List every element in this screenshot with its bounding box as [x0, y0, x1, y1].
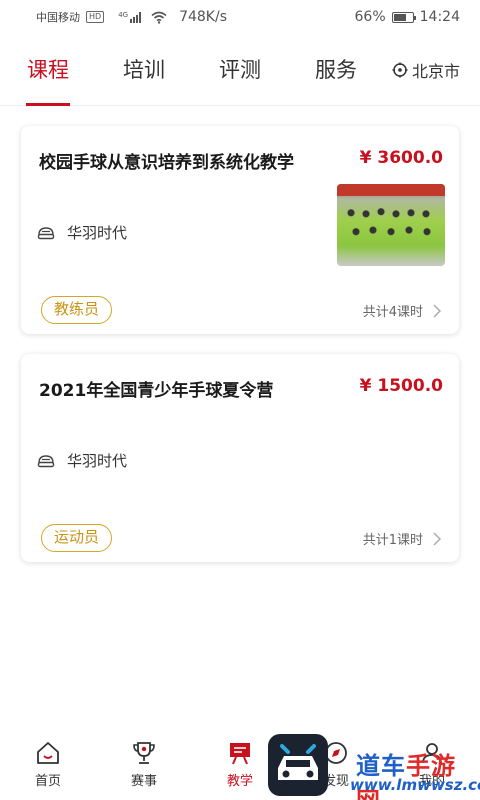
tab-service[interactable]: 服务 — [288, 34, 384, 106]
organizer: 华羽时代 — [37, 450, 127, 471]
watermark-logo-icon — [268, 734, 328, 796]
tab-evaluation[interactable]: 评测 — [192, 34, 288, 106]
course-title: 校园手球从意识培养到系统化教学 — [39, 153, 294, 173]
trophy-icon — [133, 741, 155, 764]
course-price: ¥ 1500.0 — [359, 376, 443, 396]
city-label: 北京市 — [412, 61, 461, 81]
organizer-icon — [37, 226, 55, 239]
location-target-icon — [392, 62, 408, 77]
audience-tag: 教练员 — [41, 296, 113, 324]
nav-home[interactable]: 首页 — [0, 728, 96, 800]
tab-training[interactable]: 培训 — [96, 34, 192, 106]
teaching-icon — [230, 742, 250, 764]
battery-percent: 66% — [354, 9, 386, 25]
organizer-name: 华羽时代 — [67, 452, 128, 470]
home-icon — [37, 741, 59, 764]
lesson-count: 共计4课时 — [363, 301, 441, 320]
chevron-right-icon — [433, 303, 441, 318]
watermark-url: www.lmwwsz.com — [350, 776, 480, 794]
course-price: ¥ 3600.0 — [359, 148, 443, 168]
wifi-icon — [151, 11, 167, 24]
nav-events[interactable]: 赛事 — [96, 728, 192, 800]
lesson-count-label: 共计4课时 — [362, 305, 423, 320]
organizer-icon — [37, 454, 55, 467]
organizer-name: 华羽时代 — [67, 224, 128, 242]
organizer: 华羽时代 — [37, 222, 127, 243]
signal-icon: 4G — [118, 11, 142, 23]
carrier-name: 中国移动 — [36, 11, 80, 24]
course-card[interactable]: 校园手球从意识培养到系统化教学 ¥ 3600.0 华羽时代 教练员 共计4课时 — [21, 126, 459, 334]
tab-courses[interactable]: 课程 — [0, 34, 96, 106]
watermark: 道车手游网 www.lmwwsz.com — [268, 732, 480, 800]
lesson-count: 共计1课时 — [363, 529, 441, 548]
lesson-count-label: 共计1课时 — [362, 533, 423, 548]
audience-tag: 运动员 — [41, 524, 113, 552]
city-selector[interactable]: 北京市 — [392, 58, 460, 82]
nav-label: 教学 — [226, 773, 253, 789]
top-tab-bar: 课程 培训 评测 服务 北京市 — [0, 34, 480, 106]
battery-icon — [391, 11, 416, 23]
network-speed: 748K/s — [179, 9, 227, 25]
clock: 14:24 — [419, 9, 460, 25]
nav-label: 首页 — [34, 773, 61, 789]
hd-badge: HD — [86, 11, 105, 23]
status-bar: 中国移动 HD 4G 748K/s 66% 14:24 — [0, 0, 480, 34]
course-thumbnail — [337, 184, 445, 266]
nav-label: 赛事 — [130, 773, 157, 789]
chevron-right-icon — [433, 531, 441, 546]
course-card[interactable]: 2021年全国青少年手球夏令营 ¥ 1500.0 华羽时代 运动员 共计1课时 — [21, 354, 459, 562]
course-title: 2021年全国青少年手球夏令营 — [39, 381, 274, 401]
